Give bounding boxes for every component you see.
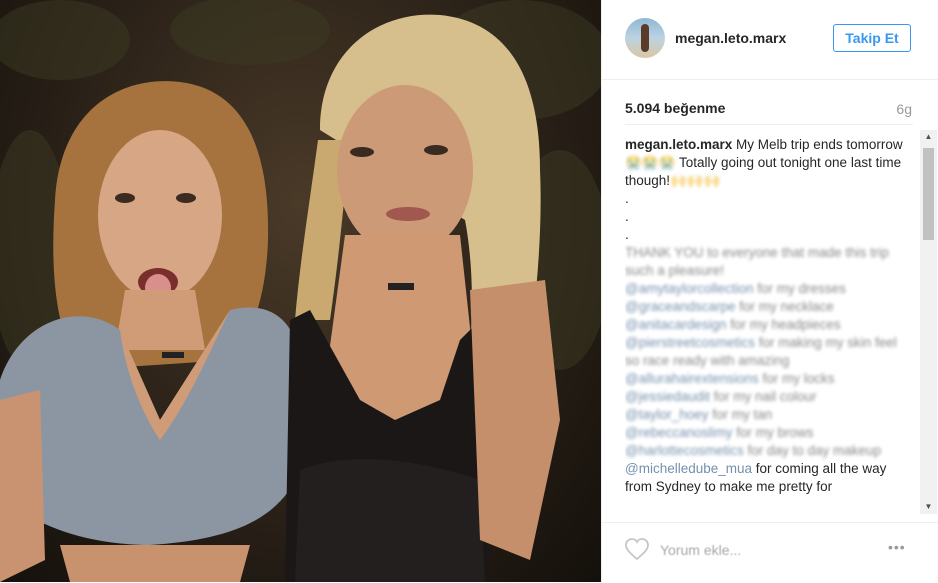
scroll-down-arrow-icon[interactable]: ▼ (920, 500, 937, 514)
caption-mention[interactable]: @allurahairextensions (625, 371, 759, 386)
caption-line: for my nail colour (710, 389, 817, 404)
caption-text: megan.leto.marx My Melb trip ends tomorr… (625, 136, 910, 496)
comment-input[interactable] (658, 537, 872, 563)
caption-mention[interactable]: @harlottecosmetics (625, 443, 744, 458)
caption-line: for my headpieces (726, 317, 841, 332)
divider (625, 124, 913, 125)
avatar[interactable] (625, 18, 665, 58)
caption-scrollbar[interactable]: ▲ ▼ (920, 130, 937, 514)
caption-line: for my locks (758, 371, 835, 386)
more-options-icon[interactable]: ••• (888, 539, 906, 555)
caption-mention[interactable]: @rebeccanoslimy (625, 425, 733, 440)
caption-username[interactable]: megan.leto.marx (625, 137, 732, 152)
photo-illustration (0, 0, 601, 582)
caption-line: for my dresses (753, 281, 846, 296)
caption-mention[interactable]: @anitacardesign (625, 317, 727, 332)
heart-icon[interactable] (624, 537, 650, 561)
comment-bar: ••• (602, 522, 938, 583)
caption-container: megan.leto.marx My Melb trip ends tomorr… (625, 136, 910, 508)
follow-button[interactable]: Takip Et (833, 24, 911, 52)
caption-line: for day to day makeup (743, 443, 882, 458)
caption-dots: . . . (625, 191, 629, 242)
post-header: megan.leto.marx Takip Et (602, 0, 938, 80)
scroll-up-arrow-icon[interactable]: ▲ (920, 130, 937, 144)
caption-mention[interactable]: @amytaylorcollection (625, 281, 754, 296)
caption-line: for my brows (732, 425, 814, 440)
caption-line: for my necklace (735, 299, 834, 314)
caption-line: My Melb trip ends tomorrow (732, 137, 907, 152)
scrollbar-thumb[interactable] (923, 148, 934, 240)
caption-emoji: 😭😭😭 (625, 155, 676, 170)
post-age[interactable]: 6g (896, 101, 912, 117)
caption-line: for my tan (708, 407, 773, 422)
caption-mention[interactable]: @graceandscarpe (625, 299, 736, 314)
post-username[interactable]: megan.leto.marx (675, 30, 786, 46)
like-count[interactable]: 5.094 beğenme (625, 100, 725, 116)
caption-line: THANK YOU to everyone that made this tri… (625, 245, 893, 278)
caption-mention[interactable]: @jessiedaudit (625, 389, 710, 404)
post-photo[interactable] (0, 0, 601, 582)
caption-emoji: 🙌🙌🙌 (670, 173, 721, 188)
caption-mention[interactable]: @pierstreetcosmetics (625, 335, 755, 350)
instagram-post-modal: megan.leto.marx Takip Et 5.094 beğenme 6… (0, 0, 938, 582)
caption-mention[interactable]: @taylor_hoey (625, 407, 709, 422)
post-sidebar: megan.leto.marx Takip Et 5.094 beğenme 6… (601, 0, 938, 582)
caption-mention[interactable]: @michelledube_mua (625, 461, 752, 476)
